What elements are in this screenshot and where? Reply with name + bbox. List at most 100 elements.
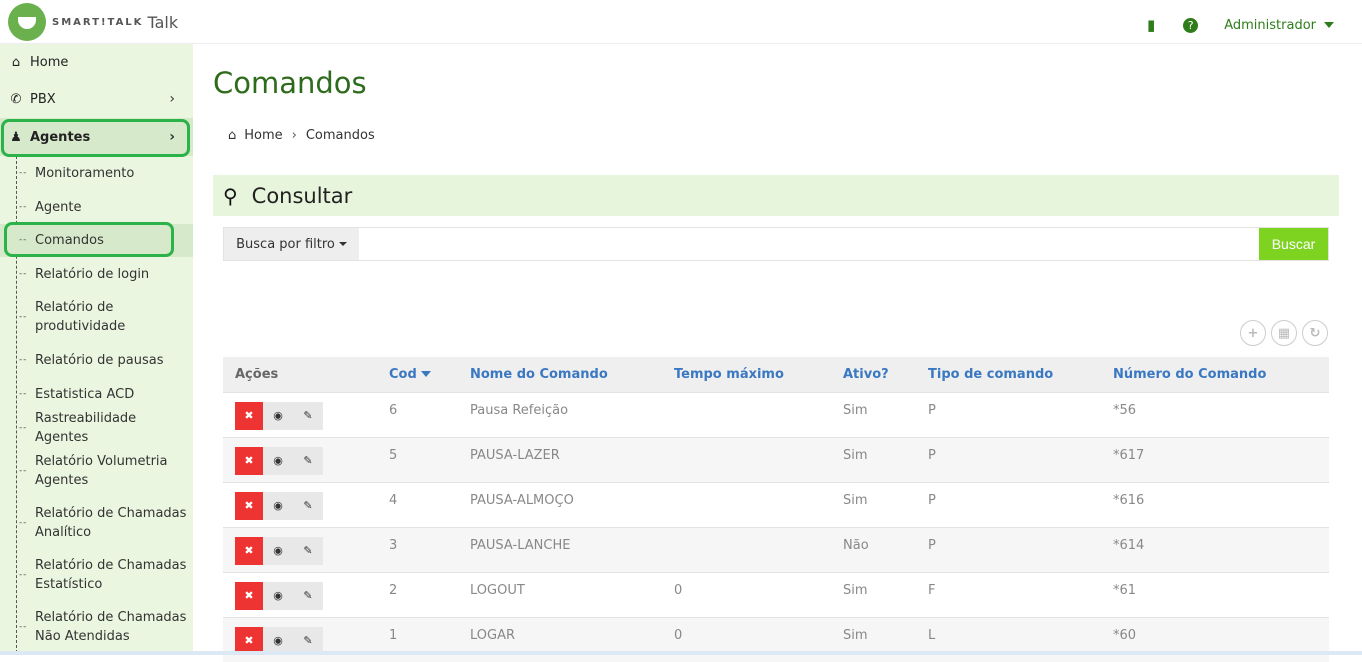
home-icon[interactable]: ⌂ (228, 128, 236, 143)
brand-suffix: Talk (147, 12, 179, 32)
brand-logo[interactable]: SMART!TALK Talk (8, 3, 178, 41)
breadcrumb: ⌂ Home › Comandos (228, 128, 375, 143)
cell-tempo: 0 (662, 616, 831, 662)
sidebar-item-relatorio-produtividade[interactable]: Relatório de produtividade (0, 291, 193, 343)
sidebar-item-label: Não Atendidas (35, 629, 130, 644)
col-ativo[interactable]: Ativo? (831, 357, 916, 392)
table-row[interactable]: ✖ ◉ ✎ 5 PAUSA-LAZER Sim P *617 (223, 436, 1329, 482)
cell-tipo: P (916, 391, 1101, 437)
sidebar-item-label: Relatório de Chamadas (35, 610, 187, 625)
sidebar-item-label: Estatistica ACD (35, 386, 135, 402)
add-icon[interactable]: + (1240, 320, 1266, 346)
sidebar-item-label: produtividade (35, 319, 126, 334)
table-row[interactable]: ✖ ◉ ✎ 6 Pausa Refeição Sim P *56 (223, 391, 1329, 437)
sidebar-item-label: Comandos (35, 233, 104, 248)
consultar-panel-header: ⚲ Consultar (213, 175, 1339, 216)
sidebar-item-label: Home (30, 54, 69, 70)
sidebar-item-pbx[interactable]: ✆ PBX › (0, 80, 193, 118)
trash-icon[interactable]: ✖ (235, 581, 263, 610)
sidebar-item-label: Relatório de (35, 300, 114, 315)
table-row[interactable]: ✖ ◉ ✎ 3 PAUSA-LANCHE Não P *614 (223, 526, 1329, 572)
chevron-right-icon: › (169, 91, 175, 107)
columns-icon[interactable]: ▦ (1271, 320, 1297, 346)
col-cod[interactable]: Cod (377, 357, 458, 392)
cell-numero: *617 (1101, 436, 1329, 482)
trash-icon[interactable]: ✖ (235, 491, 263, 520)
search-input[interactable] (359, 228, 1259, 260)
cell-numero: *616 (1101, 481, 1329, 527)
breadcrumb-home[interactable]: Home (244, 128, 282, 143)
user-menu[interactable]: Administrador (1224, 18, 1334, 33)
sidebar-item-label: Analítico (35, 525, 92, 540)
sidebar-item-rastreabilidade[interactable]: Rastreabilidade Agentes (0, 411, 193, 445)
table-row[interactable]: ✖ ◉ ✎ 1 LOGAR 0 Sim L *60 (223, 616, 1329, 662)
sidebar-item-relatorio-login[interactable]: Relatório de login (0, 257, 193, 291)
bottom-scroll-strip (0, 651, 1362, 655)
cell-ativo: Sim (831, 571, 916, 617)
agentes-submenu: Monitoramento Agente Comandos Relatório … (0, 156, 193, 653)
cell-nome: PAUSA-LAZER (458, 436, 662, 482)
trash-icon[interactable]: ✖ (235, 401, 263, 430)
cell-tipo: P (916, 526, 1101, 572)
sidebar-item-relatorio-pausas[interactable]: Relatório de pausas (0, 343, 193, 377)
sidebar-item-chamadas-nao-atendidas[interactable]: Relatório de Chamadas Não Atendidas (0, 601, 193, 653)
sidebar-item-volumetria[interactable]: Relatório Volumetria Agentes (0, 445, 193, 497)
filter-bar: Busca por filtro Buscar (223, 227, 1329, 261)
cell-tempo: 0 (662, 571, 831, 617)
trash-icon[interactable]: ✖ (235, 536, 263, 565)
book-icon[interactable]: ▮ (1147, 16, 1155, 34)
sidebar-item-agente[interactable]: Agente (0, 190, 193, 224)
sidebar-item-comandos[interactable]: Comandos (0, 224, 193, 257)
eye-icon[interactable]: ◉ (263, 401, 293, 430)
trash-icon[interactable]: ✖ (235, 446, 263, 475)
sidebar-item-label: Relatório Volumetria (35, 454, 168, 469)
sidebar-item-chamadas-estatistico[interactable]: Relatório de Chamadas Estatístico (0, 549, 193, 601)
cell-numero: *614 (1101, 526, 1329, 572)
edit-icon[interactable]: ✎ (293, 401, 323, 430)
row-actions: ✖ ◉ ✎ (223, 571, 377, 617)
filter-dropdown-button[interactable]: Busca por filtro (224, 228, 359, 260)
eye-icon[interactable]: ◉ (263, 491, 293, 520)
edit-icon[interactable]: ✎ (293, 536, 323, 565)
sidebar-item-estatistica-acd[interactable]: Estatistica ACD (0, 377, 193, 411)
refresh-icon[interactable]: ↻ (1302, 320, 1328, 346)
sidebar-item-monitoramento[interactable]: Monitoramento (0, 156, 193, 190)
buscar-button[interactable]: Buscar (1259, 228, 1328, 260)
edit-icon[interactable]: ✎ (293, 446, 323, 475)
cell-numero: *60 (1101, 616, 1329, 662)
col-cod-label: Cod (389, 366, 417, 382)
row-actions: ✖ ◉ ✎ (223, 481, 377, 527)
help-icon[interactable]: ? (1183, 17, 1199, 33)
col-nome[interactable]: Nome do Comando (458, 357, 662, 392)
edit-icon[interactable]: ✎ (293, 581, 323, 610)
table-row[interactable]: ✖ ◉ ✎ 2 LOGOUT 0 Sim F *61 (223, 571, 1329, 617)
user-name: Administrador (1224, 17, 1316, 33)
col-tempo[interactable]: Tempo máximo (662, 357, 831, 392)
cell-ativo: Sim (831, 391, 916, 437)
cell-ativo: Sim (831, 481, 916, 527)
edit-icon[interactable]: ✎ (293, 491, 323, 520)
phone-icon: ✆ (10, 91, 22, 107)
filter-dropdown-label: Busca por filtro (236, 236, 335, 252)
eye-icon[interactable]: ◉ (263, 581, 293, 610)
cell-tipo: P (916, 436, 1101, 482)
sidebar-item-home[interactable]: ⌂ Home (0, 44, 193, 80)
table-row[interactable]: ✖ ◉ ✎ 4 PAUSA-ALMOÇO Sim P *616 (223, 481, 1329, 527)
row-actions: ✖ ◉ ✎ (223, 526, 377, 572)
sort-desc-icon (420, 371, 431, 378)
caret-down-icon (1324, 22, 1334, 28)
col-numero[interactable]: Número do Comando (1101, 357, 1329, 392)
sidebar-item-agentes[interactable]: ♟ Agentes › (0, 118, 193, 156)
sidebar-item-chamadas-analitico[interactable]: Relatório de Chamadas Analítico (0, 497, 193, 549)
sidebar-item-label: Rastreabilidade Agentes (35, 411, 137, 445)
chevron-right-icon: › (169, 129, 175, 145)
comandos-table: Ações Cod Nome do Comando Tempo máximo A… (223, 357, 1329, 662)
cell-cod: 4 (377, 481, 458, 527)
eye-icon[interactable]: ◉ (263, 536, 293, 565)
cell-cod: 3 (377, 526, 458, 572)
cell-tipo: L (916, 616, 1101, 662)
eye-icon[interactable]: ◉ (263, 446, 293, 475)
sidebar-item-label: Agentes (35, 473, 89, 488)
col-tipo[interactable]: Tipo de comando (916, 357, 1101, 392)
sidebar-item-label: Estatístico (35, 577, 103, 592)
